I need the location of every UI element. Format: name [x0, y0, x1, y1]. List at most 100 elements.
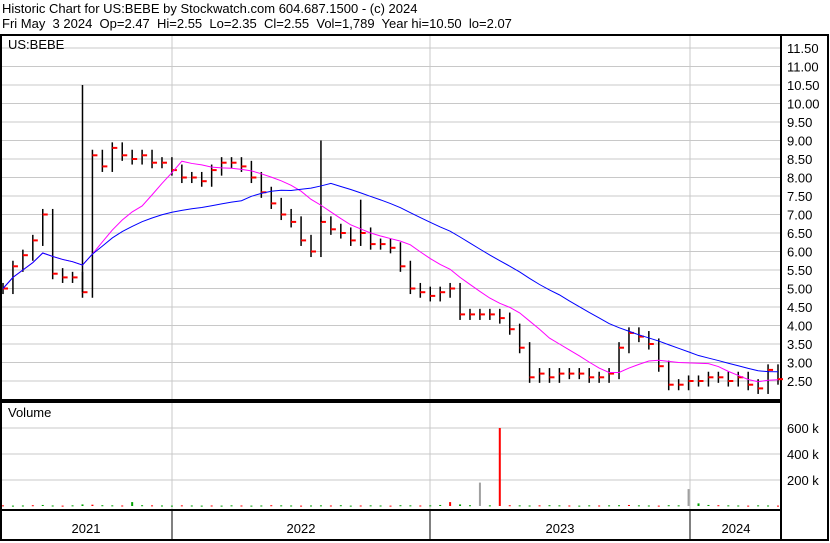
volume-bar — [230, 505, 233, 507]
price-tick-label: 11.50 — [787, 41, 819, 56]
volume-bar — [180, 505, 183, 507]
volume-bar — [190, 505, 193, 507]
price-tick-label: 11.00 — [787, 60, 819, 75]
volume-bar — [478, 482, 481, 506]
volume-bar — [220, 505, 223, 507]
volume-bar — [91, 504, 94, 506]
volume-bar — [419, 505, 422, 507]
symbol-label: US:BEBE — [8, 37, 65, 52]
volume-bar — [250, 505, 253, 507]
volume-bar — [270, 505, 273, 507]
volume-panel-border — [0, 401, 782, 511]
price-tick-label: 3.00 — [787, 356, 812, 371]
volume-bar — [429, 505, 432, 507]
volume-bar — [141, 505, 144, 507]
price-tick-label: 9.00 — [787, 134, 812, 149]
price-tick-label: 5.00 — [787, 282, 812, 297]
volume-bar — [598, 505, 601, 507]
price-tick-label: 6.00 — [787, 245, 812, 260]
volume-bar — [200, 505, 203, 507]
year-label-2021: 2021 — [72, 521, 101, 536]
volume-tick-label: 200 k — [787, 473, 819, 488]
stock-chart-page: Historic Chart for US:BEBE by Stockwatch… — [0, 0, 830, 543]
volume-bar — [131, 502, 134, 506]
volume-tick-label: 600 k — [787, 421, 819, 436]
year-axis — [0, 509, 782, 541]
volume-bar — [707, 504, 710, 506]
volume-bar — [389, 505, 392, 507]
volume-bar — [319, 505, 322, 507]
volume-bar — [737, 505, 740, 507]
year-label-2024: 2024 — [722, 521, 751, 536]
volume-bar — [667, 505, 670, 507]
volume-bar — [379, 505, 382, 507]
volume-bar — [290, 505, 293, 507]
volume-bar — [657, 505, 660, 507]
volume-bar — [51, 505, 54, 507]
volume-bar — [61, 505, 64, 507]
volume-bar — [608, 505, 611, 507]
volume-label: Volume — [8, 405, 51, 420]
volume-bar — [757, 505, 760, 507]
volume-bar — [637, 505, 640, 507]
price-tick-label: 7.00 — [787, 208, 812, 223]
price-panel — [0, 35, 781, 400]
volume-bar — [508, 505, 511, 507]
volume-bar — [369, 505, 372, 507]
price-tick-label: 5.50 — [787, 263, 812, 278]
price-tick-label: 2.50 — [787, 374, 812, 389]
volume-bar — [2, 505, 4, 507]
volume-bar — [618, 505, 621, 507]
volume-bar — [518, 505, 521, 507]
volume-bar — [647, 505, 650, 507]
volume-bar — [439, 504, 442, 506]
price-tick-label: 10.50 — [787, 78, 820, 93]
price-tick-label: 3.50 — [787, 337, 812, 352]
volume-bar — [727, 505, 730, 507]
volume-bar — [240, 505, 243, 507]
volume-bar — [11, 505, 14, 507]
volume-bar — [359, 505, 362, 507]
volume-bar — [558, 505, 561, 507]
volume-bar — [349, 505, 352, 507]
volume-bar — [687, 489, 690, 506]
price-tick-label: 6.50 — [787, 226, 812, 241]
price-tick-label: 10.00 — [787, 97, 820, 112]
price-tick-label: 9.50 — [787, 115, 812, 130]
volume-bar — [747, 505, 750, 507]
volume-bar — [399, 505, 402, 507]
volume-bar — [280, 505, 283, 507]
volume-bar — [588, 505, 591, 507]
volume-bar — [310, 505, 313, 507]
volume-bar — [548, 505, 551, 507]
volume-bar — [528, 505, 531, 507]
volume-bar — [409, 505, 412, 507]
volume-bar — [170, 505, 173, 507]
volume-bar — [71, 505, 74, 507]
volume-bar — [101, 505, 104, 507]
volume-bar — [459, 504, 462, 506]
year-label-2023: 2023 — [546, 521, 575, 536]
volume-bar — [160, 505, 163, 507]
volume-bar — [81, 504, 84, 506]
volume-bar — [111, 505, 114, 507]
volume-bar — [538, 505, 541, 507]
price-tick-label: 8.00 — [787, 171, 812, 186]
price-tick-label: 8.50 — [787, 152, 812, 167]
volume-bar — [498, 428, 501, 506]
volume-bar — [121, 505, 124, 507]
volume-bar — [777, 505, 779, 507]
price-tick-label: 4.00 — [787, 319, 812, 334]
price-tick-label: 4.50 — [787, 300, 812, 315]
volume-bar — [210, 505, 213, 507]
volume-bar — [151, 505, 154, 507]
volume-bar — [41, 504, 44, 506]
volume-bar — [300, 505, 303, 507]
volume-bar — [568, 505, 571, 507]
volume-tick-label: 400 k — [787, 447, 819, 462]
volume-bar — [767, 505, 770, 507]
volume-bar — [697, 503, 700, 506]
year-label-2022: 2022 — [287, 521, 316, 536]
price-tick-label: 7.50 — [787, 189, 812, 204]
volume-bar — [339, 505, 342, 507]
